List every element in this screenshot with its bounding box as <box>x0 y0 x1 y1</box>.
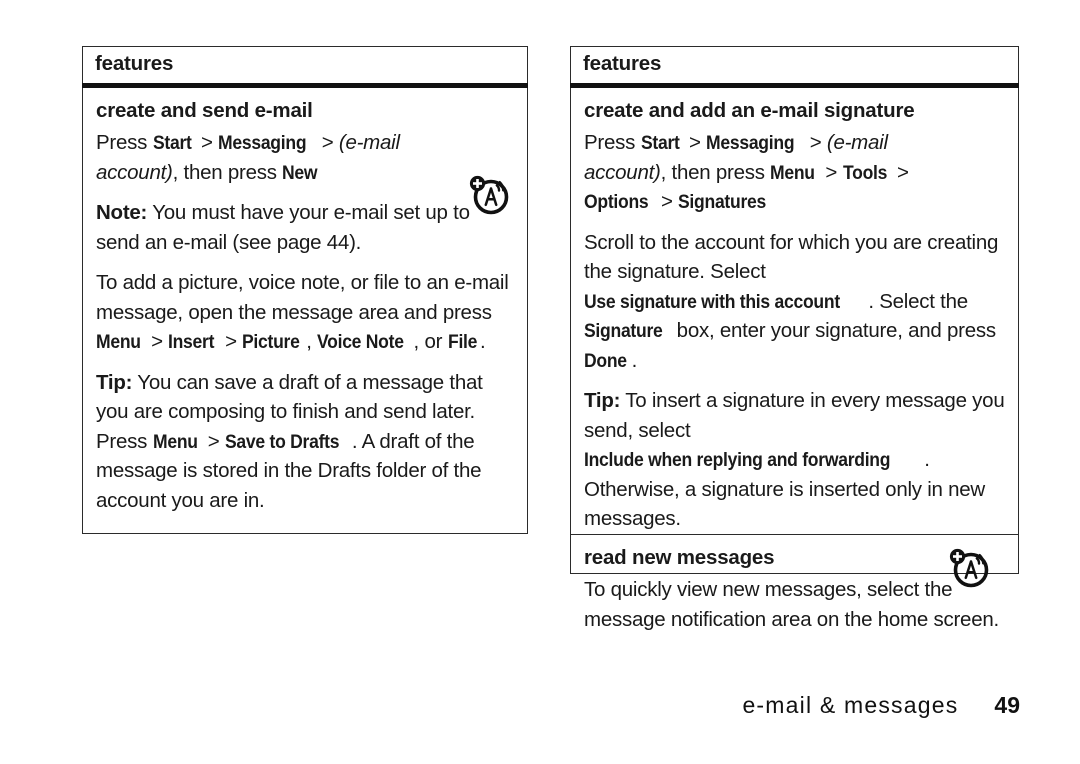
panel-header-left: features <box>82 46 528 83</box>
lead-text: Note: <box>96 201 148 225</box>
paragraph-read-new: To quickly view new messages, select the… <box>584 578 999 631</box>
messaging-alert-icon <box>466 172 512 218</box>
left-paragraphs: Press Start > Messaging > (e-mail accoun… <box>96 128 514 515</box>
command-text: Save to Drafts <box>224 430 340 453</box>
paragraph-tip-draft: Tip: You can save a draft of a message t… <box>96 370 483 512</box>
read-new-messages-section: read new messages To quickly view new me… <box>584 535 1005 635</box>
right-sub-paragraphs: To quickly view new messages, select the… <box>584 575 1005 634</box>
command-text: Signature <box>584 320 663 343</box>
features-panel-left: features create and send e-mail Press St… <box>82 46 528 549</box>
paragraph-scroll: Scroll to the account for which you are … <box>584 228 1005 376</box>
messaging-alert-icon <box>946 545 992 591</box>
command-text: File <box>447 331 477 354</box>
footer-page-number: 49 <box>994 692 1020 718</box>
command-text: Start <box>152 132 192 155</box>
panel-body-left: create and send e-mail Press Start > Mes… <box>82 87 528 534</box>
panel-body-right: create and add an e-mail signature Press… <box>570 87 1019 631</box>
command-text: Tools <box>842 161 887 184</box>
paragraph-press-path: Press Start > Messaging > (e-mail accoun… <box>96 128 426 187</box>
command-text: Insert <box>168 331 215 354</box>
command-text: Options <box>584 191 649 214</box>
lead-text: Tip: <box>96 370 133 394</box>
section-title-read-new-messages: read new messages <box>584 545 775 569</box>
command-text: Voice Note <box>317 331 404 354</box>
command-text: Start <box>640 132 680 155</box>
paragraph-press-path: Press Start > Messaging > (e-mail accoun… <box>584 128 920 217</box>
section-title-create-add-signature: create and add an e-mail signature <box>584 98 915 122</box>
paragraph-attach: To add a picture, voice note, or file to… <box>96 268 514 357</box>
command-text: New <box>282 161 318 184</box>
panel-header-right: features <box>570 46 1019 83</box>
section-title-create-send-email: create and send e-mail <box>96 98 313 122</box>
command-text: Messaging <box>218 132 307 155</box>
command-text: Menu <box>152 430 198 453</box>
command-text: Menu <box>96 331 141 354</box>
lead-text: Tip: <box>584 389 621 413</box>
footer-chapter-label: e-mail & messages <box>742 692 959 718</box>
page-footer: e-mail & messages 49 <box>0 692 1020 719</box>
command-text: Picture <box>242 331 300 354</box>
command-text: Messaging <box>706 132 795 155</box>
paragraph-tip-signature: Tip: To insert a signature in every mess… <box>584 389 1005 531</box>
command-text: Menu <box>770 161 815 184</box>
right-paragraphs: Press Start > Messaging > (e-mail accoun… <box>584 128 1005 534</box>
paragraph-note: Note: You must have your e-mail set up t… <box>96 201 470 254</box>
command-text: Signatures <box>678 191 767 214</box>
features-panel-right: features create and add an e-mail signat… <box>570 46 1019 631</box>
command-text: Use signature with this account <box>584 290 840 313</box>
command-text: Done <box>584 349 627 372</box>
command-text: Include when replying and forwarding <box>584 449 891 472</box>
